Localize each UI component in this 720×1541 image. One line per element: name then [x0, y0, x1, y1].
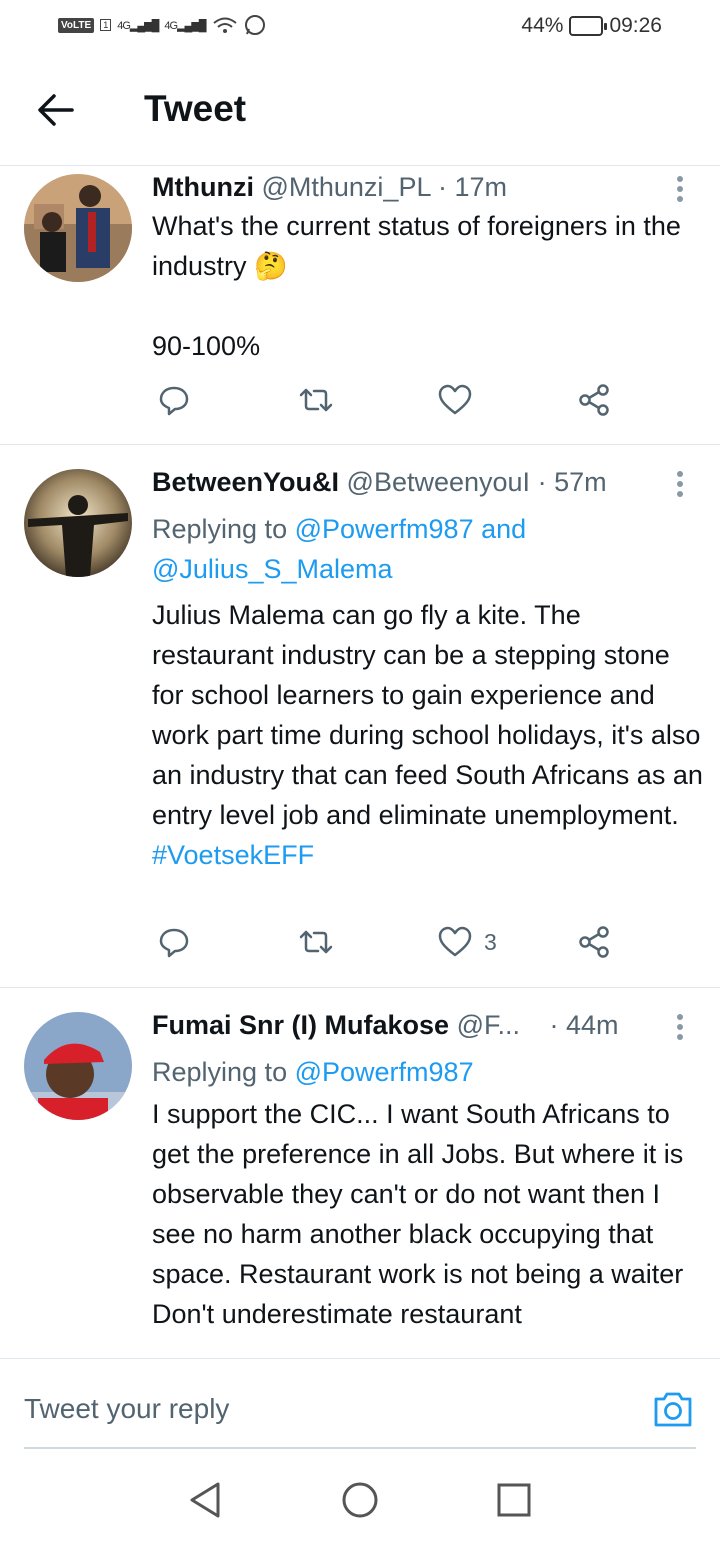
share-icon: [579, 384, 609, 416]
tweet-time: · 17m: [438, 172, 508, 202]
battery-percent: 44%: [521, 14, 564, 37]
retweet-button[interactable]: [298, 926, 334, 958]
mention-link[interactable]: @Powerfm987: [295, 1057, 474, 1087]
top-header: Tweet: [0, 56, 720, 166]
like-count: 3: [484, 928, 497, 955]
nav-home-icon[interactable]: [340, 1480, 380, 1520]
author-handle[interactable]: @F...: [457, 1010, 520, 1040]
tweet-text: Julius Malema can go fly a kite. The res…: [152, 595, 704, 875]
reply-icon: [159, 928, 189, 958]
tweet-item[interactable]: BetweenYou&I @BetweenyouI · 57m Replying…: [0, 445, 720, 988]
sim-badge: 1: [100, 19, 112, 31]
volte-badge: VoLTE: [58, 17, 95, 33]
tweet-text-2: 90-100%: [152, 331, 261, 361]
replying-to: Replying to @Powerfm987 and @Julius_S_Ma…: [152, 509, 700, 589]
android-nav-bar: [0, 1450, 720, 1541]
reply-button[interactable]: [158, 926, 190, 958]
share-button[interactable]: [578, 926, 612, 958]
camera-icon[interactable]: [652, 1389, 694, 1429]
avatar[interactable]: [24, 469, 132, 577]
like-button[interactable]: [438, 384, 484, 416]
whatsapp-icon: [244, 15, 265, 35]
tweet-time: · 57m: [537, 467, 607, 497]
more-options-icon[interactable]: [674, 174, 686, 204]
author-handle[interactable]: @Mthunzi_PL: [261, 172, 430, 202]
tweet-header: Mthunzi @Mthunzi_PL · 17m: [152, 172, 660, 203]
network-type-1: 4G: [117, 19, 131, 32]
author-name[interactable]: BetweenYou&I: [152, 467, 339, 497]
tweet-feed[interactable]: Mthunzi @Mthunzi_PL · 17m What's the cur…: [0, 166, 720, 1358]
status-bar: VoLTE 1 4G▂▄▆█ 4G▂▄▆█ 44% 09:26: [0, 0, 720, 56]
retweet-button[interactable]: [298, 384, 334, 416]
tweet-actions: 3: [152, 926, 622, 966]
reply-input[interactable]: Tweet your reply: [24, 1393, 229, 1425]
author-handle[interactable]: @BetweenyouI: [347, 467, 531, 497]
status-right: 44% 09:26: [521, 14, 662, 38]
tweet-text: What's the current status of foreigners …: [152, 211, 681, 281]
signal-icon-2: 4G▂▄▆█: [164, 19, 206, 32]
reply-button[interactable]: [158, 384, 190, 416]
back-arrow-icon[interactable]: [36, 90, 80, 130]
avatar[interactable]: [24, 174, 132, 282]
tweet-actions: [152, 384, 622, 424]
author-name[interactable]: Mthunzi: [152, 172, 254, 202]
reply-icon: [159, 386, 189, 416]
retweet-icon: [299, 930, 333, 954]
wifi-icon: [212, 17, 237, 33]
tweet-header: BetweenYou&I @BetweenyouI · 57m: [152, 467, 660, 498]
nav-back-icon[interactable]: [186, 1480, 226, 1520]
more-options-icon[interactable]: [674, 1012, 686, 1042]
replying-to-label: Replying to: [152, 1057, 288, 1087]
more-options-icon[interactable]: [674, 469, 686, 499]
like-button[interactable]: 3: [438, 926, 497, 958]
share-button[interactable]: [578, 384, 612, 416]
status-left: VoLTE 1 4G▂▄▆█ 4G▂▄▆█: [58, 14, 266, 36]
tweet-item[interactable]: Fumai Snr (I) Mufakose @F... · 44m Reply…: [0, 988, 720, 1358]
heart-icon: [438, 926, 472, 957]
tweet-header: Fumai Snr (I) Mufakose @F... · 44m: [152, 1010, 660, 1041]
reply-underline: [24, 1447, 696, 1449]
nav-recents-icon[interactable]: [494, 1480, 534, 1520]
share-icon: [579, 926, 609, 958]
hashtag-link[interactable]: #VoetsekEFF: [152, 835, 704, 875]
network-type-2: 4G: [164, 19, 178, 32]
replying-to-label: Replying to: [152, 514, 288, 544]
tweet-text: I support the CIC... I want South Africa…: [152, 1099, 684, 1329]
replying-to: Replying to @Powerfm987: [152, 1052, 700, 1092]
avatar[interactable]: [24, 1012, 132, 1120]
heart-icon: [438, 384, 472, 415]
reply-bar: Tweet your reply: [0, 1358, 720, 1449]
page-title: Tweet: [144, 88, 247, 129]
tweet-item[interactable]: Mthunzi @Mthunzi_PL · 17m What's the cur…: [0, 166, 720, 445]
author-name[interactable]: Fumai Snr (I) Mufakose: [152, 1010, 449, 1040]
signal-icon: 4G▂▄▆█: [117, 19, 159, 32]
tweet-text-content: Julius Malema can go fly a kite. The res…: [152, 600, 703, 830]
battery-icon: [569, 16, 608, 36]
retweet-icon: [299, 388, 333, 412]
clock: 09:26: [609, 14, 662, 37]
tweet-time: · 44m: [549, 1010, 619, 1040]
